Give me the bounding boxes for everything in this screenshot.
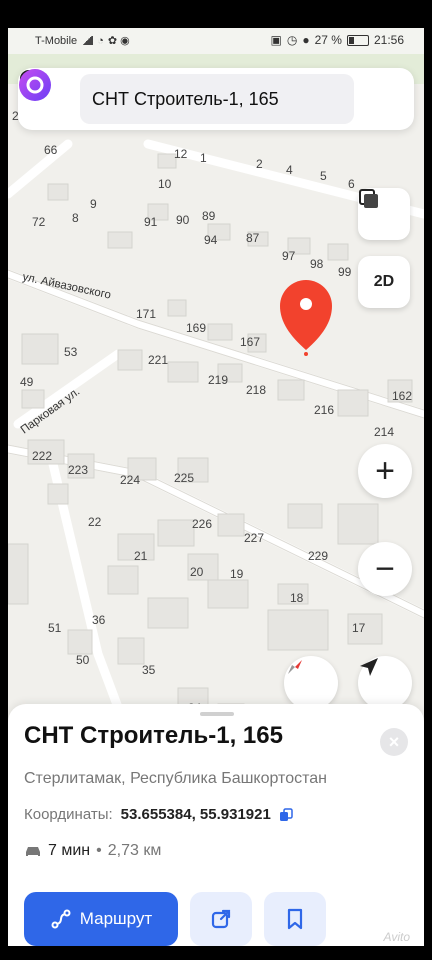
- my-location-button[interactable]: [358, 656, 412, 710]
- zoom-in-button[interactable]: +: [358, 444, 412, 498]
- avito-watermark: Avito: [383, 930, 410, 944]
- house-number: 94: [204, 233, 218, 247]
- house-number: 4: [286, 163, 293, 177]
- house-number: 216: [314, 403, 334, 417]
- route-button-label: Маршрут: [79, 909, 153, 928]
- house-number: 91: [144, 215, 158, 229]
- house-number: 20: [190, 565, 204, 579]
- house-number: 51: [48, 621, 62, 635]
- house-number: 167: [240, 335, 260, 349]
- location-icon: ●: [302, 33, 310, 47]
- house-number: 2: [256, 157, 263, 171]
- house-number: 162: [392, 389, 412, 403]
- map-view[interactable]: 22 66 12 1 2 4 5 6 10 72 8 9 91 90 89 94…: [8, 54, 424, 734]
- search-input[interactable]: СНТ Строитель-1, 165: [80, 74, 354, 124]
- coordinates-row: Координаты: 53.655384, 55.931921: [24, 806, 293, 823]
- house-number: 99: [338, 265, 352, 279]
- house-number: 214: [374, 425, 394, 439]
- house-number: 22: [88, 515, 102, 529]
- phone-screen: T-Mobile ◔ ✿ ◉ ▣ ◷ ● 27 % 21:56 66 12 1 …: [8, 28, 424, 946]
- close-button[interactable]: ×: [380, 728, 408, 756]
- place-title: СНТ Строитель-1, 165: [24, 722, 283, 749]
- house-number: 6: [348, 177, 355, 191]
- house-number: 18: [290, 591, 304, 605]
- house-number: 21: [134, 549, 148, 563]
- route-separator: •: [96, 842, 102, 859]
- share-icon: [211, 909, 231, 929]
- house-number: 226: [192, 517, 212, 531]
- nfc-icon: ▣: [270, 33, 282, 47]
- coordinates-value[interactable]: 53.655384, 55.931921: [121, 806, 271, 823]
- house-number: 169: [186, 321, 206, 335]
- house-number: 221: [148, 353, 168, 367]
- sheet-handle[interactable]: [200, 712, 234, 716]
- coordinates-label: Координаты:: [24, 806, 113, 823]
- house-number: 225: [174, 471, 194, 485]
- house-number: 17: [352, 621, 366, 635]
- house-number: 35: [142, 663, 156, 677]
- house-number: 219: [208, 373, 228, 387]
- house-number: 9: [90, 197, 97, 211]
- route-summary: 7 мин • 2,73 км: [24, 842, 161, 860]
- house-number: 10: [158, 177, 172, 191]
- house-number: 227: [244, 531, 264, 545]
- house-number: 5: [320, 169, 327, 183]
- bookmark-icon: [287, 908, 303, 930]
- house-number: 66: [44, 143, 58, 157]
- house-number: 36: [92, 613, 106, 627]
- house-number: 87: [246, 231, 260, 245]
- house-number: 171: [136, 307, 156, 321]
- car-icon: [26, 847, 40, 856]
- house-number: 224: [120, 473, 140, 487]
- place-address: Стерлитамак, Республика Башкортостан: [24, 770, 327, 787]
- house-number: 49: [20, 375, 34, 389]
- route-distance: 2,73 км: [107, 842, 162, 859]
- wifi-icon: ◔: [97, 34, 104, 47]
- compass-button[interactable]: [284, 656, 338, 710]
- layers-icon: [359, 189, 378, 208]
- house-number: 8: [72, 211, 79, 225]
- house-number: 229: [308, 549, 328, 563]
- house-number: 98: [310, 257, 324, 271]
- house-number: 50: [76, 653, 90, 667]
- route-time: 7 мин: [48, 842, 91, 859]
- place-card: СНТ Строитель-1, 165 × Стерлитамак, Респ…: [8, 704, 424, 946]
- house-number: 89: [202, 209, 216, 223]
- view-mode-button[interactable]: 2D: [358, 256, 410, 308]
- notification-icons: ✿ ◉: [107, 35, 130, 47]
- house-number: 72: [32, 215, 46, 229]
- house-number: 1: [200, 151, 207, 165]
- route-button[interactable]: Маршрут: [24, 892, 178, 946]
- alice-assistant-icon[interactable]: [18, 68, 52, 102]
- house-number: 90: [176, 213, 190, 227]
- navigation-arrow-icon: [360, 658, 378, 676]
- layers-button[interactable]: [358, 188, 410, 240]
- alarm-icon: ◷: [286, 33, 298, 47]
- compass-icon: [288, 660, 302, 674]
- house-number: 97: [282, 249, 296, 263]
- battery-percent: 27 %: [314, 33, 342, 47]
- battery-icon: [346, 34, 369, 46]
- house-number: 19: [230, 567, 244, 581]
- status-bar: T-Mobile ◔ ✿ ◉ ▣ ◷ ● 27 % 21:56: [8, 28, 424, 54]
- map-canvas[interactable]: 22 66 12 1 2 4 5 6 10 72 8 9 91 90 89 94…: [8, 54, 424, 734]
- zoom-out-button[interactable]: −: [358, 542, 412, 596]
- house-number: 218: [246, 383, 266, 397]
- signal-icon: [81, 36, 94, 45]
- carrier-label: T-Mobile: [35, 34, 78, 47]
- house-number: 12: [174, 147, 188, 161]
- search-bar[interactable]: СНТ Строитель-1, 165: [18, 68, 414, 130]
- house-number: 222: [32, 449, 52, 463]
- bookmark-button[interactable]: [264, 892, 326, 946]
- share-button[interactable]: [190, 892, 252, 946]
- copy-icon[interactable]: [279, 807, 293, 822]
- route-icon: [51, 909, 71, 929]
- clock: 21:56: [373, 33, 404, 47]
- house-number: 53: [64, 345, 78, 359]
- house-number: 223: [68, 463, 88, 477]
